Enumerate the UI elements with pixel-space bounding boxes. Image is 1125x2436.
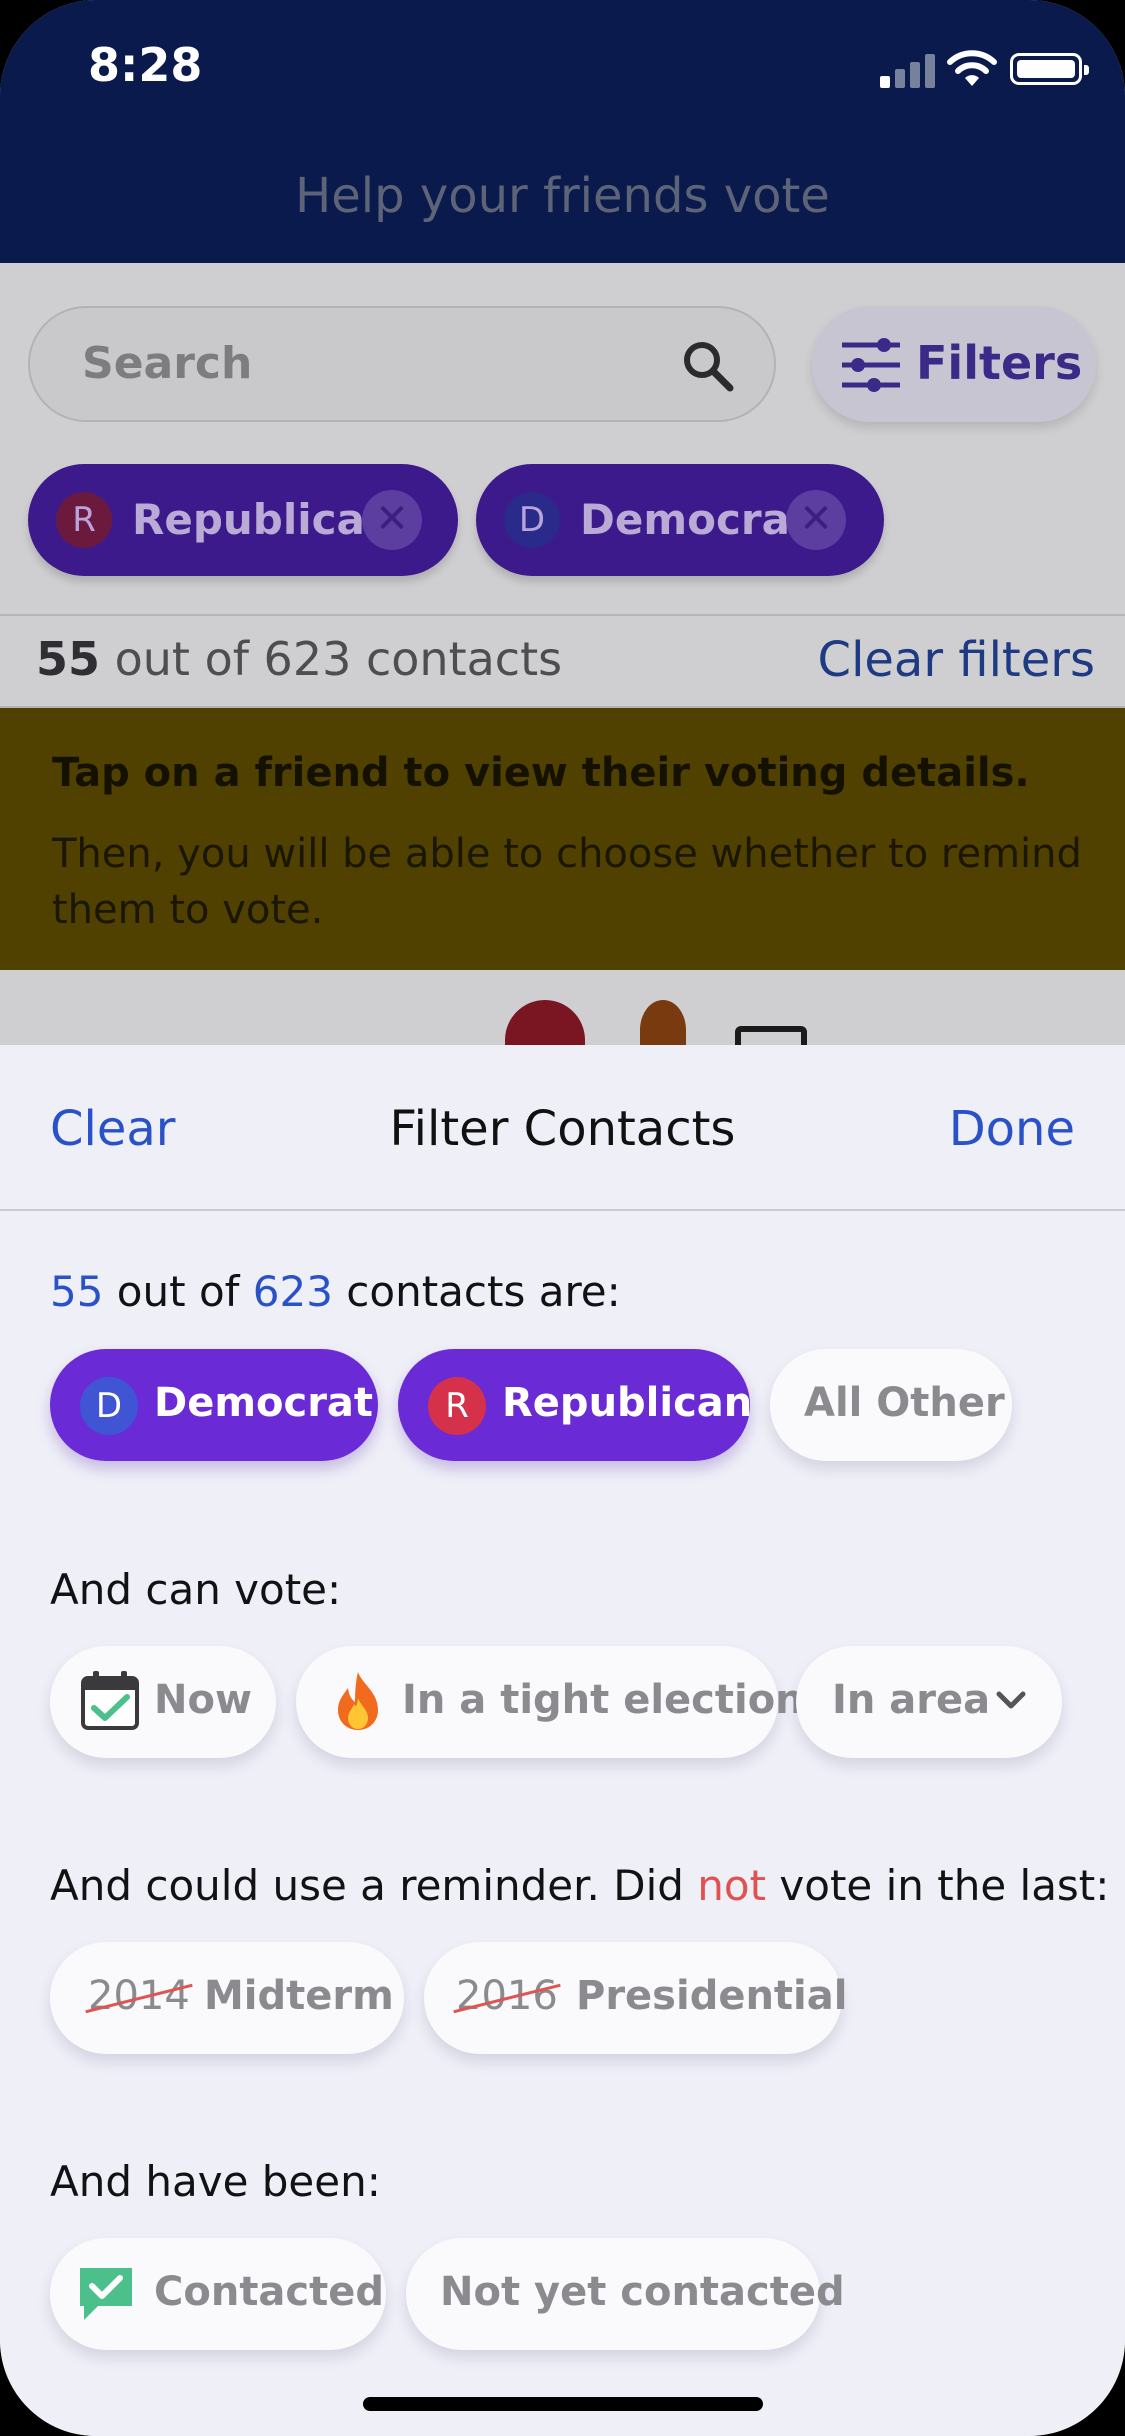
wifi-icon <box>947 50 997 86</box>
chip-label: In a tight election <box>402 1677 804 1723</box>
filter-sheet: Filter Contacts Clear Done 55 out of 623… <box>0 1045 1125 2436</box>
results-count-bar: 55 out of 623 contacts Clear filters <box>0 614 1125 708</box>
clear-button[interactable]: Clear <box>50 1101 176 1157</box>
chip-label: Midterm <box>204 1973 394 2019</box>
chip-contacted[interactable]: Contacted <box>50 2238 386 2350</box>
results-count: 55 out of 623 contacts <box>36 632 563 686</box>
clear-filters-link[interactable]: Clear filters <box>818 632 1095 688</box>
phone-screen: 8:28 Help your friends vote Search Filte… <box>0 0 1125 2436</box>
chip-label: Presidential <box>576 1973 848 2019</box>
sheet-header: Filter Contacts Clear Done <box>0 1045 1125 1211</box>
party-section-label: 55 out of 623 contacts are: <box>50 1267 621 1316</box>
chip-label: Democrat <box>154 1380 374 1426</box>
chip-presidential[interactable]: 2016 Presidential <box>424 1942 847 2054</box>
chip-label: In area <box>832 1677 991 1723</box>
search-icon <box>684 342 734 392</box>
banner-title: Tap on a friend to view their voting det… <box>52 750 1030 796</box>
status-bar: 8:28 <box>0 0 1125 130</box>
chip-all-other[interactable]: All Other <box>770 1349 1012 1461</box>
cellular-signal-icon <box>880 52 936 88</box>
chat-check-icon <box>80 2268 132 2320</box>
filters-label: Filters <box>916 336 1083 390</box>
chip-label: All Other <box>804 1380 1005 1426</box>
status-time: 8:28 <box>88 38 203 92</box>
chip-vote-now[interactable]: Now <box>50 1646 276 1758</box>
calendar-check-icon <box>81 1671 139 1730</box>
democrat-badge: D <box>80 1377 138 1435</box>
chip-not-yet-contacted[interactable]: Not yet contacted <box>406 2238 845 2350</box>
vote-section-label: And can vote: <box>50 1565 342 1614</box>
chip-label: Republican <box>502 1380 753 1426</box>
democrat-badge: D <box>504 492 560 548</box>
search-placeholder: Search <box>82 338 253 389</box>
republican-badge: R <box>56 492 112 548</box>
sliders-icon <box>842 338 900 392</box>
year-struck-text: 2016 <box>456 1973 558 2019</box>
chip-midterm[interactable]: 2014 Midterm <box>50 1942 404 2054</box>
remove-filter-icon[interactable]: ✕ <box>786 490 846 550</box>
year-struck-text: 2014 <box>88 1973 190 2019</box>
in-area-dropdown[interactable]: In area <box>796 1646 1062 1758</box>
filters-button[interactable]: Filters <box>812 306 1096 422</box>
done-button[interactable]: Done <box>949 1101 1075 1157</box>
active-filter-label: Republican <box>132 495 395 544</box>
active-filter-label: Democrat <box>580 495 810 544</box>
chip-republican[interactable]: R Republican <box>398 1349 753 1461</box>
active-filter-republican[interactable]: R Republican ✕ <box>28 464 458 576</box>
info-banner: Tap on a friend to view their voting det… <box>0 708 1125 970</box>
chip-label: Contacted <box>154 2269 385 2315</box>
republican-badge: R <box>428 1377 486 1435</box>
chevron-down-icon <box>996 1691 1026 1709</box>
chip-democrat[interactable]: D Democrat <box>50 1349 378 1461</box>
banner-body: Then, you will be able to choose whether… <box>52 831 1082 933</box>
home-indicator[interactable] <box>363 2397 763 2411</box>
chip-label: Now <box>154 1677 252 1723</box>
search-input[interactable]: Search <box>28 306 776 422</box>
reminder-section-label: And could use a reminder. Did not vote i… <box>50 1861 1110 1910</box>
battery-icon <box>1010 53 1089 85</box>
chip-label: Not yet contacted <box>440 2269 845 2315</box>
chip-tight-election[interactable]: In a tight election <box>296 1646 804 1758</box>
contacted-section-label: And have been: <box>50 2157 381 2206</box>
active-filter-democrat[interactable]: D Democrat ✕ <box>476 464 884 576</box>
remove-filter-icon[interactable]: ✕ <box>362 490 422 550</box>
app-title: Help your friends vote <box>295 168 830 224</box>
fire-icon <box>338 1672 378 1730</box>
